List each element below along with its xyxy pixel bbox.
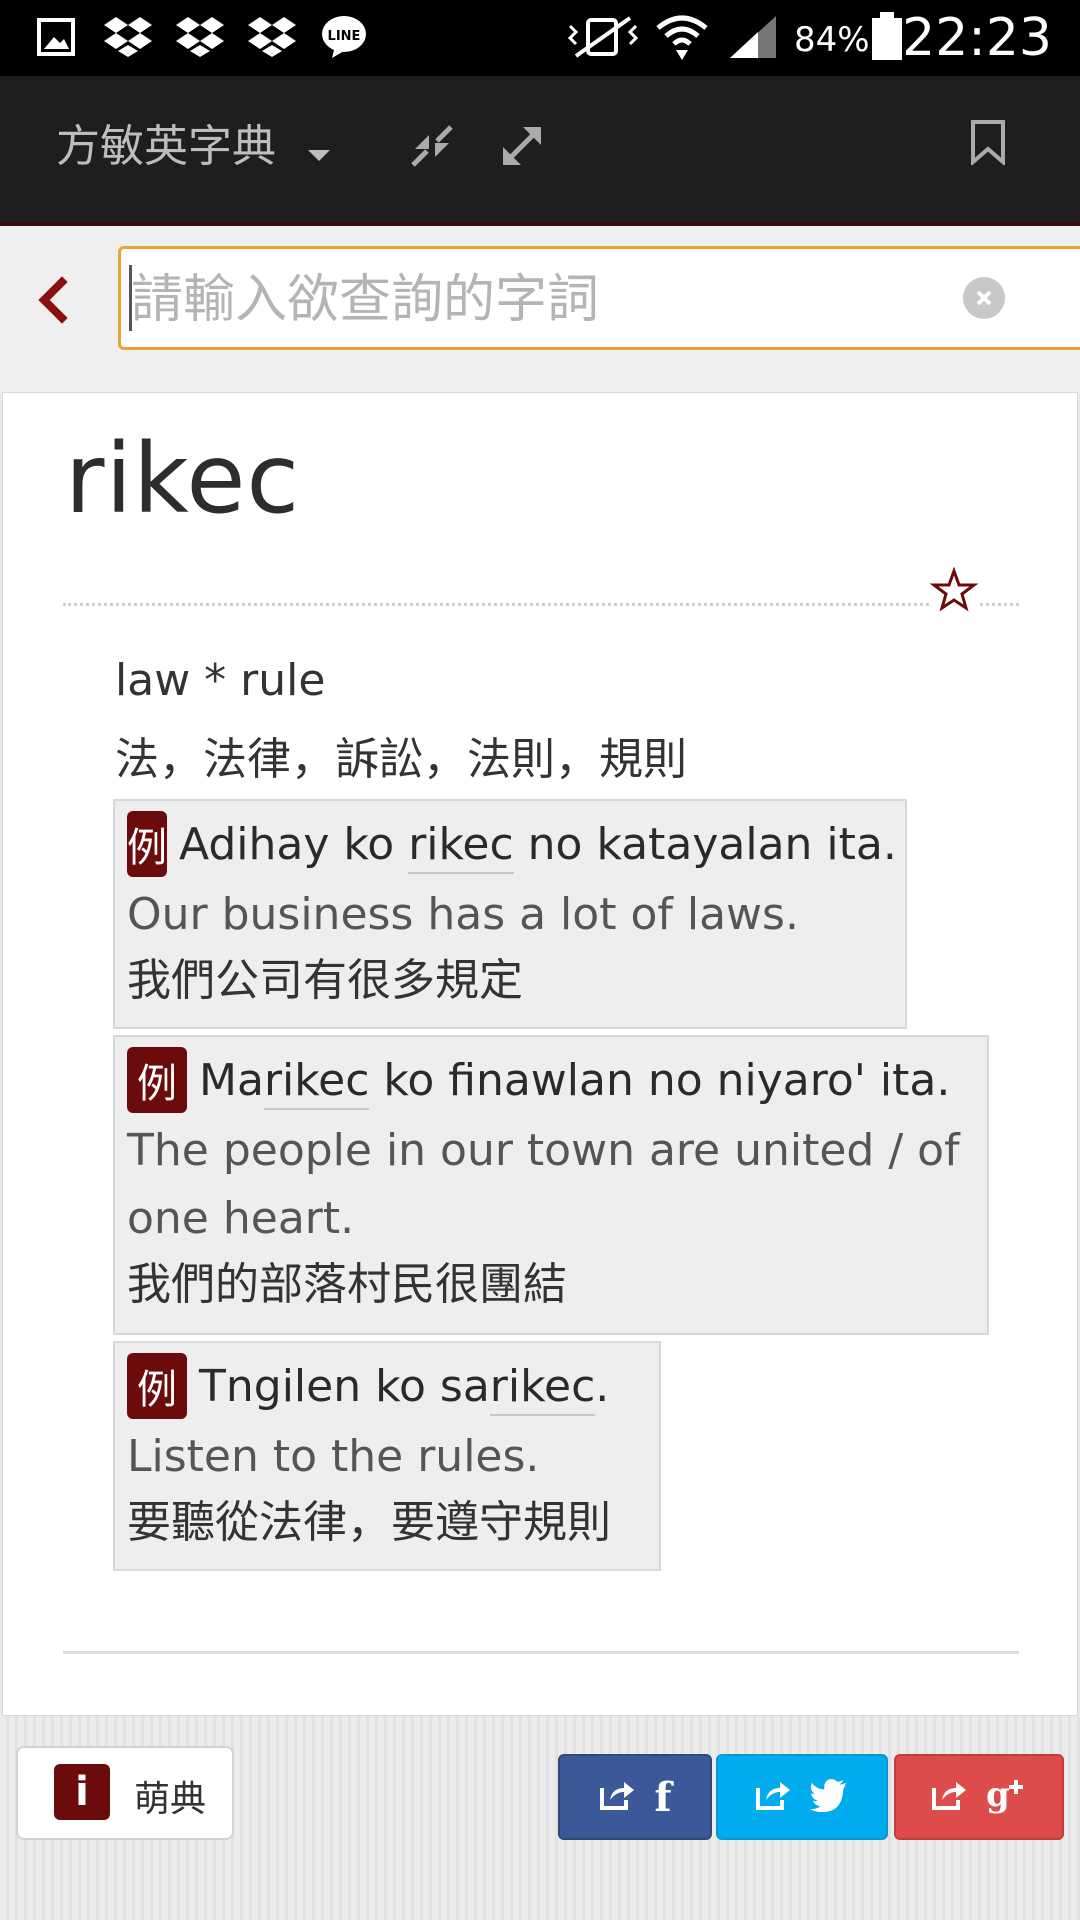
text-cursor: [129, 265, 132, 331]
svg-text:g: g: [986, 1776, 1010, 1814]
star-icon[interactable]: [929, 565, 979, 615]
divider: [63, 1651, 1019, 1654]
share-google-plus-button[interactable]: g: [894, 1754, 1064, 1840]
google-plus-icon: g: [986, 1775, 1028, 1818]
vibrate-icon: [566, 14, 640, 60]
example-sentence: 例 Tngilen ko sarikec. Listen to the rule…: [113, 1341, 661, 1571]
search-bar: [0, 226, 1080, 392]
wifi-icon: [654, 14, 710, 60]
status-bar: LINE 84% 22:23: [0, 0, 1080, 76]
headword: rikec: [65, 423, 301, 535]
search-input[interactable]: [129, 255, 953, 345]
twitter-icon: [810, 1778, 850, 1816]
battery-icon: [870, 12, 904, 60]
example-badge: 例: [127, 811, 167, 877]
facebook-icon: f: [654, 1773, 672, 1821]
example-chinese: 我們公司有很多規定: [127, 955, 523, 1006]
battery-percent: 84%: [794, 20, 870, 60]
bookmark-icon[interactable]: [958, 112, 1018, 172]
example-amis: Marikec ko finawlan no niyaro' ita.: [199, 1054, 950, 1110]
example-english: The people in our town are united / of o…: [127, 1125, 960, 1244]
line-icon: LINE: [320, 14, 368, 60]
example-english: Listen to the rules.: [127, 1431, 540, 1482]
example-sentence: 例 Adihay ko rikec no katayalan ita. Our …: [113, 799, 907, 1029]
share-icon: [754, 1778, 792, 1816]
expand-icon[interactable]: [492, 116, 552, 176]
dropbox-icon: [176, 14, 224, 60]
example-english: Our business has a lot of laws.: [127, 889, 799, 940]
definition-chinese: 法，法律，訴訟，法則，規則: [115, 734, 687, 785]
search-field-container[interactable]: [118, 246, 1080, 350]
entry-card: rikec law * rule 法，法律，訴訟，法則，規則 例 Adihay …: [2, 392, 1078, 1716]
collapse-icon[interactable]: [402, 116, 462, 176]
example-chinese: 我們的部落村民很團結: [127, 1259, 567, 1310]
example-chinese: 要聽從法律，要遵守規則: [127, 1497, 611, 1548]
signal-icon: [728, 14, 778, 60]
moedict-button[interactable]: i 萌典: [16, 1746, 234, 1840]
example-amis: Adihay ko rikec no katayalan ita.: [179, 818, 897, 874]
svg-text:LINE: LINE: [328, 29, 361, 44]
example-amis: Tngilen ko sarikec.: [199, 1360, 609, 1416]
dropbox-icon: [104, 14, 152, 60]
gallery-icon: [36, 14, 76, 60]
app-toolbar: 方敏英字典: [0, 76, 1080, 226]
headword-link[interactable]: rikec: [408, 818, 514, 874]
divider: [63, 603, 1019, 606]
headword-link[interactable]: rikec: [489, 1360, 596, 1416]
clock: 22:23: [902, 8, 1052, 68]
example-sentence: 例 Marikec ko finawlan no niyaro' ita. Th…: [113, 1035, 989, 1335]
chevron-down-icon[interactable]: [308, 150, 330, 161]
moedict-label: 萌典: [134, 1779, 207, 1820]
headword-link[interactable]: rikec: [263, 1054, 370, 1110]
dropbox-icon: [248, 14, 296, 60]
example-badge: 例: [127, 1353, 187, 1419]
share-icon: [930, 1778, 968, 1816]
dictionary-selector[interactable]: 方敏英字典: [56, 110, 276, 174]
info-icon: i: [54, 1764, 110, 1820]
share-facebook-button[interactable]: f: [558, 1754, 712, 1840]
clear-icon[interactable]: [963, 277, 1005, 319]
definition-english: law * rule: [115, 655, 326, 706]
footer: i 萌典 f g: [0, 1716, 1080, 1920]
share-icon: [598, 1778, 636, 1816]
share-twitter-button[interactable]: [716, 1754, 888, 1840]
example-badge: 例: [127, 1047, 187, 1113]
back-arrow-icon[interactable]: [28, 270, 78, 330]
